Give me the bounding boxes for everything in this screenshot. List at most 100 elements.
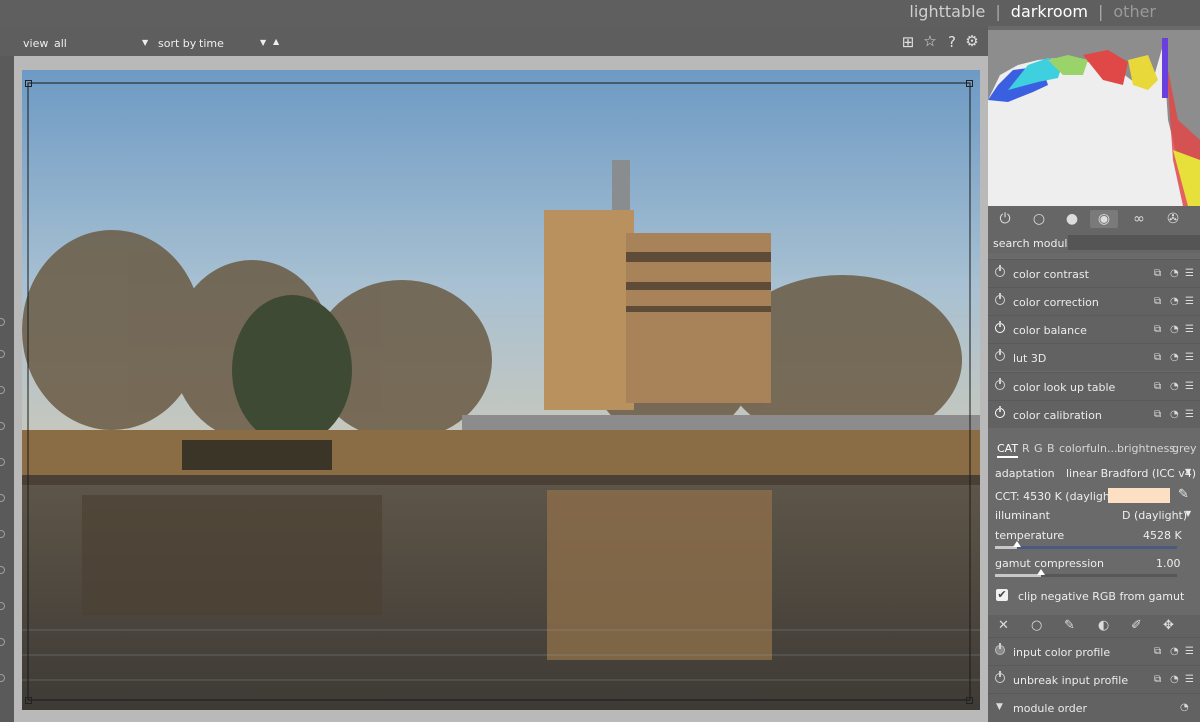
module-color-look-up-table[interactable]: color look up table ⧉ ◔ ☰ xyxy=(988,372,1200,400)
parametric-icon[interactable]: ✥ xyxy=(1163,618,1174,633)
color-calibration-panel xyxy=(988,432,1200,614)
reset-icon[interactable]: ◔ xyxy=(1170,381,1179,392)
module-unbreak-input-profile[interactable]: unbreak input profile ⧉ ◔ ☰ xyxy=(988,665,1200,693)
module-color-correction[interactable]: color correction ⧉ ◔ ☰ xyxy=(988,287,1200,315)
crop-handle-bottom-left[interactable] xyxy=(25,697,32,704)
subtab-g[interactable]: G xyxy=(1034,442,1043,455)
sphere-icon[interactable]: ● xyxy=(1063,210,1081,228)
crop-handle-top-left[interactable] xyxy=(25,80,32,87)
illuminant-dropdown[interactable]: D (daylight) xyxy=(1122,509,1187,522)
view-filter-dropdown[interactable]: all xyxy=(54,37,67,50)
subtab-r[interactable]: R xyxy=(1022,442,1030,455)
adaptation-caret-icon[interactable]: ▼ xyxy=(1185,467,1191,476)
menu-icon[interactable]: ☰ xyxy=(1185,296,1194,307)
subtab-brightness[interactable]: brightness xyxy=(1117,442,1175,455)
instance-icon[interactable]: ⧉ xyxy=(1154,646,1161,657)
gamut-slider-knob[interactable] xyxy=(1036,569,1045,575)
view-lighttable[interactable]: lighttable xyxy=(909,2,985,21)
crop-handle-top-right[interactable] xyxy=(966,80,973,87)
adaptation-dropdown[interactable]: linear Bradford (ICC v4) xyxy=(1066,467,1196,480)
instance-icon[interactable]: ⧉ xyxy=(1154,409,1161,420)
illuminant-label: illuminant xyxy=(995,509,1050,522)
menu-icon[interactable]: ☰ xyxy=(1185,268,1194,279)
subtab-grey[interactable]: grey xyxy=(1172,442,1197,455)
color-wheel-icon[interactable]: ◉ xyxy=(1090,210,1118,228)
crop-handle-bottom-right[interactable] xyxy=(966,697,973,704)
subtab-colorfulness[interactable]: colorfuln... xyxy=(1059,442,1117,455)
temperature-value: 4528 K xyxy=(1143,529,1182,542)
view-separator: | xyxy=(1097,1,1104,21)
brush-icon[interactable]: ✐ xyxy=(1131,618,1142,633)
power-icon[interactable] xyxy=(995,406,1005,418)
menu-icon[interactable]: ☰ xyxy=(1185,409,1194,420)
view-filter-caret-icon[interactable]: ▼ xyxy=(142,38,148,47)
instance-icon[interactable]: ⧉ xyxy=(1154,324,1161,335)
menu-icon[interactable]: ☰ xyxy=(1185,324,1194,335)
reset-icon[interactable]: ◔ xyxy=(1170,296,1179,307)
module-color-calibration[interactable]: color calibration ⧉ ◔ ☰ xyxy=(988,400,1200,428)
module-color-balance[interactable]: color balance ⧉ ◔ ☰ xyxy=(988,315,1200,343)
instance-icon[interactable]: ⧉ xyxy=(1154,352,1161,363)
expand-arrow-icon[interactable]: ▼ xyxy=(996,702,1003,712)
circle-mask-icon[interactable]: ○ xyxy=(1031,618,1042,633)
reset-icon[interactable]: ◔ xyxy=(1170,324,1179,335)
power-icon[interactable] xyxy=(995,349,1005,361)
sort-dropdown[interactable]: time xyxy=(199,37,224,50)
power-icon[interactable] xyxy=(995,321,1005,333)
star-icon[interactable]: ☆ xyxy=(922,33,938,49)
reset-icon[interactable]: ◔ xyxy=(1180,702,1189,713)
instance-icon[interactable]: ⧉ xyxy=(1154,381,1161,392)
circle-icon[interactable]: ○ xyxy=(1030,210,1048,228)
reset-icon[interactable]: ◔ xyxy=(1170,352,1179,363)
temperature-slider[interactable] xyxy=(995,541,1177,549)
photo-canvas[interactable] xyxy=(22,70,980,710)
grid-icon[interactable]: ⊞ xyxy=(900,34,916,50)
help-icon[interactable]: ? xyxy=(944,34,960,50)
gradient-icon[interactable]: ◐ xyxy=(1098,618,1109,633)
power-icon[interactable]: ⏻ xyxy=(996,210,1014,228)
power-icon[interactable] xyxy=(995,671,1005,683)
gear-icon[interactable]: ⚙ xyxy=(964,33,980,49)
module-lut-3d[interactable]: lut 3D ⧉ ◔ ☰ xyxy=(988,343,1200,371)
module-color-contrast[interactable]: color contrast ⧉ ◔ ☰ xyxy=(988,259,1200,287)
reset-icon[interactable]: ◔ xyxy=(1170,646,1179,657)
clip-negative-checkbox[interactable]: ✔ xyxy=(996,589,1008,601)
cct-color-swatch[interactable] xyxy=(1108,488,1170,503)
menu-icon[interactable]: ☰ xyxy=(1185,646,1194,657)
menu-icon[interactable]: ☰ xyxy=(1185,674,1194,685)
sort-direction-icon[interactable]: ▲ xyxy=(273,37,279,46)
gamut-compression-slider[interactable] xyxy=(995,569,1177,577)
gamut-slider-fill xyxy=(995,574,1041,577)
illuminant-caret-icon[interactable]: ▼ xyxy=(1185,509,1191,518)
subtab-cat[interactable]: CAT xyxy=(997,442,1019,458)
reset-icon[interactable]: ◔ xyxy=(1170,674,1179,685)
module-label: color contrast xyxy=(1013,268,1089,281)
view-separator: | xyxy=(995,1,1001,21)
reset-icon[interactable]: ◔ xyxy=(1170,409,1179,420)
power-icon[interactable] xyxy=(995,293,1005,305)
close-icon[interactable]: ✕ xyxy=(998,618,1009,633)
instance-icon[interactable]: ⧉ xyxy=(1154,268,1161,279)
color-picker-icon[interactable]: ✎ xyxy=(1178,487,1189,502)
menu-icon[interactable]: ☰ xyxy=(1185,352,1194,363)
subtab-b[interactable]: B xyxy=(1047,442,1055,455)
power-icon[interactable] xyxy=(995,265,1005,277)
reset-icon[interactable]: ◔ xyxy=(1170,268,1179,279)
view-darkroom[interactable]: darkroom xyxy=(1011,2,1088,21)
loop-icon[interactable]: ∞ xyxy=(1130,210,1148,228)
search-module-input[interactable] xyxy=(1068,235,1200,250)
power-icon[interactable] xyxy=(995,378,1005,390)
aperture-icon[interactable]: ✇ xyxy=(1164,210,1182,228)
view-other[interactable]: other xyxy=(1113,2,1156,21)
instance-icon[interactable]: ⧉ xyxy=(1154,674,1161,685)
instance-icon[interactable]: ⧉ xyxy=(1154,296,1161,307)
temperature-slider-knob[interactable] xyxy=(1012,541,1021,547)
pen-icon[interactable]: ✎ xyxy=(1064,618,1075,633)
module-order-row[interactable]: ▼ module order ◔ xyxy=(988,693,1200,722)
filter-bar xyxy=(0,26,988,56)
sort-caret-icon[interactable]: ▼ xyxy=(260,38,266,47)
histogram[interactable] xyxy=(988,30,1200,206)
module-input-color-profile[interactable]: input color profile ⧉ ◔ ☰ xyxy=(988,637,1200,665)
menu-icon[interactable]: ☰ xyxy=(1185,381,1194,392)
left-panel-collapsed[interactable] xyxy=(0,56,14,722)
